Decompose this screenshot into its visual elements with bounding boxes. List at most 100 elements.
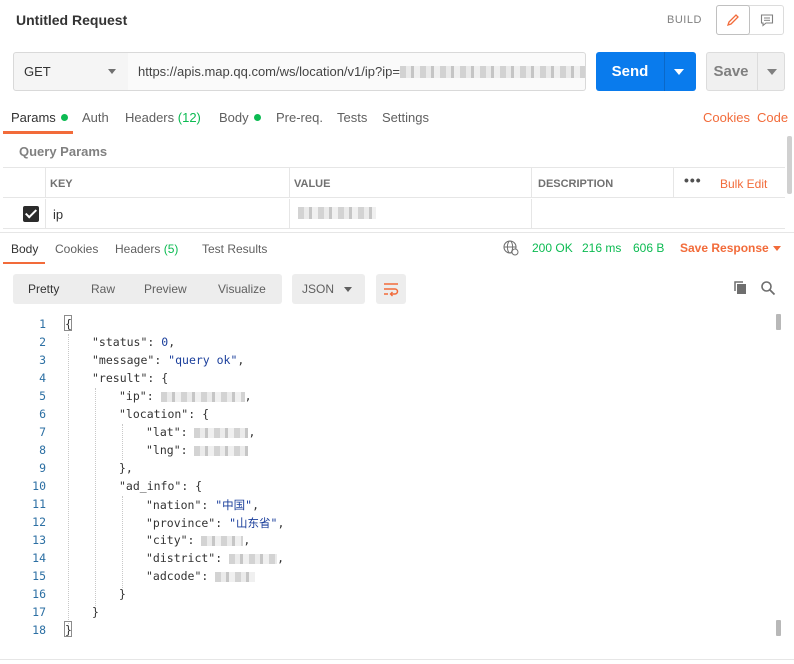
param-enabled-checkbox[interactable] — [23, 206, 39, 222]
code-line: "lat": , — [146, 425, 256, 439]
response-tab-body[interactable]: Body — [11, 242, 38, 256]
tab-prereq-label: Pre-req. — [276, 110, 323, 125]
response-headers-count: (5) — [163, 242, 179, 256]
line-number: 4 — [39, 371, 46, 385]
query-params-title: Query Params — [19, 144, 108, 159]
params-scrollbar[interactable] — [787, 136, 792, 194]
title-bar: Untitled Request BUILD — [0, 0, 794, 40]
line-number: 6 — [39, 407, 46, 421]
visualize-button[interactable]: Visualize — [218, 282, 266, 296]
line-number: 16 — [32, 587, 46, 601]
language-select[interactable]: JSON — [292, 274, 365, 304]
raw-button[interactable]: Raw — [91, 282, 115, 296]
comments-button[interactable] — [750, 6, 783, 34]
table-row: ip — [3, 199, 785, 229]
response-size: 606 B — [633, 241, 665, 255]
response-active-tab-indicator — [3, 262, 45, 264]
active-tab-indicator — [3, 131, 73, 134]
method-value: GET — [24, 64, 51, 79]
url-input[interactable]: https://apis.map.qq.com/ws/location/v1/i… — [128, 52, 586, 91]
key-column-header: KEY — [50, 178, 73, 190]
line-number: 7 — [39, 425, 46, 439]
table-header-row: KEY VALUE DESCRIPTION ••• Bulk Edit — [3, 168, 785, 198]
line-number: 18 — [32, 623, 46, 637]
response-tab-headers-label: Headers — [115, 242, 161, 256]
save-options-chevron-icon[interactable] — [767, 69, 777, 75]
json-key: "lat" — [146, 425, 181, 439]
tab-headers[interactable]: Headers (12) — [125, 110, 201, 125]
language-value: JSON — [302, 282, 335, 296]
code-link[interactable]: Code — [757, 110, 788, 125]
tab-settings[interactable]: Settings — [382, 110, 429, 125]
param-value-cell[interactable] — [289, 199, 531, 229]
save-response-button[interactable]: Save Response — [680, 241, 769, 255]
response-body-editor[interactable]: 1 2 3 4 5 6 7 8 9 10 11 12 13 14 15 16 1… — [0, 314, 780, 644]
tab-params[interactable]: Params — [11, 110, 68, 125]
redacted-param-value — [298, 207, 376, 219]
redacted-ip — [399, 65, 585, 78]
json-key: "location" — [119, 407, 189, 421]
code-line: "result": { — [92, 371, 169, 385]
send-label: Send — [611, 63, 649, 80]
chevron-down-icon — [108, 69, 116, 74]
more-options-icon[interactable]: ••• — [684, 172, 702, 188]
code-line: "ad_info": { — [119, 479, 203, 493]
redacted-value — [215, 571, 256, 582]
json-key: "lng" — [146, 443, 181, 457]
request-title[interactable]: Untitled Request — [16, 12, 127, 28]
send-options-chevron-icon[interactable] — [674, 69, 684, 75]
code-line: "message": "query ok", — [92, 353, 245, 367]
tab-body[interactable]: Body — [219, 110, 261, 125]
wrap-lines-icon — [384, 283, 399, 297]
bulk-edit-link[interactable]: Bulk Edit — [720, 177, 767, 191]
request-tabs: Params Auth Headers (12) Body Pre-req. T… — [0, 106, 794, 134]
tab-headers-label: Headers — [125, 110, 175, 125]
redacted-value — [194, 445, 249, 456]
bottom-divider — [0, 659, 794, 660]
save-button[interactable]: Save — [706, 52, 785, 91]
code-scrollbar-bottom[interactable] — [776, 620, 781, 636]
cookies-link[interactable]: Cookies — [703, 110, 750, 125]
save-response-chevron-icon[interactable] — [773, 246, 781, 251]
save-label: Save — [713, 63, 749, 80]
json-value: 0 — [161, 335, 169, 349]
tab-settings-label: Settings — [382, 110, 429, 125]
code-line: "status": 0, — [92, 335, 176, 349]
json-key: "result" — [92, 371, 148, 385]
redacted-value — [160, 391, 245, 402]
param-description-cell[interactable] — [531, 199, 785, 229]
wrap-lines-button[interactable] — [376, 274, 406, 304]
pencil-icon — [726, 14, 739, 27]
copy-icon[interactable] — [733, 280, 749, 296]
tab-auth[interactable]: Auth — [82, 110, 109, 125]
response-tab-headers[interactable]: Headers (5) — [115, 242, 178, 256]
line-number: 1 — [39, 317, 46, 331]
code-line: "nation": "中国", — [146, 498, 260, 512]
chevron-down-icon — [344, 287, 352, 292]
json-key: "ad_info" — [119, 479, 182, 493]
send-button[interactable]: Send — [596, 52, 696, 91]
redacted-value — [194, 427, 249, 438]
tab-tests[interactable]: Tests — [337, 110, 367, 125]
method-select[interactable]: GET — [13, 52, 129, 91]
response-time: 216 ms — [582, 241, 622, 255]
json-value: "query ok" — [168, 353, 238, 367]
response-tab-cookies[interactable]: Cookies — [55, 242, 98, 256]
globe-icon[interactable] — [503, 240, 519, 256]
line-number: 14 — [32, 551, 46, 565]
line-number: 13 — [32, 533, 46, 547]
line-number: 15 — [32, 569, 46, 583]
code-scrollbar-top[interactable] — [776, 314, 781, 330]
response-tabs: Body Cookies Headers (5) Test Results — [0, 232, 794, 264]
search-icon[interactable] — [760, 280, 776, 296]
response-tab-test-results[interactable]: Test Results — [202, 242, 267, 256]
build-mode-button[interactable] — [716, 5, 751, 35]
pretty-button[interactable]: Pretty — [28, 282, 59, 296]
params-indicator-dot — [60, 114, 68, 122]
preview-button[interactable]: Preview — [144, 282, 187, 296]
actions-divider — [673, 168, 674, 198]
param-key-cell[interactable]: ip — [45, 199, 289, 229]
code-line: "lng": — [146, 443, 249, 457]
tab-prereq[interactable]: Pre-req. — [276, 110, 323, 125]
code-line: "adcode": — [146, 569, 256, 583]
